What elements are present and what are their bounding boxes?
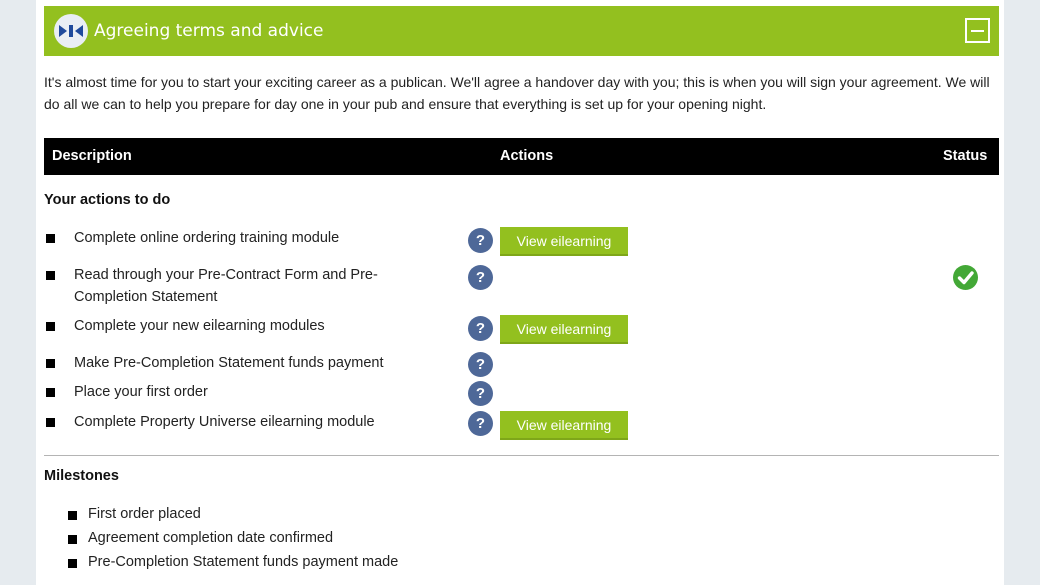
bullet-marker: [46, 388, 55, 397]
panel-title: Agreeing terms and advice: [94, 21, 324, 41]
milestone-item: Pre-Completion Statement funds payment m…: [36, 552, 1004, 574]
action-text: Make Pre-Completion Statement funds paym…: [74, 355, 384, 371]
content-page: Agreeing terms and advice It's almost ti…: [36, 0, 1004, 585]
action-text: Complete online ordering training module: [74, 230, 340, 246]
column-header-actions: Actions: [500, 148, 554, 164]
view-elearning-button[interactable]: View eilearning: [500, 315, 628, 344]
column-header-description: Description: [52, 148, 132, 164]
milestones-title: Milestones: [44, 468, 119, 484]
check-circle-icon: [953, 265, 978, 290]
milestone-text: Pre-Completion Statement funds payment m…: [88, 554, 399, 570]
column-header-status: Status: [943, 148, 988, 164]
question-circle-icon[interactable]: ?: [468, 316, 493, 341]
section-divider: [44, 455, 999, 456]
question-circle-icon[interactable]: ?: [468, 381, 493, 406]
view-elearning-button[interactable]: View eilearning: [500, 411, 628, 440]
bullet-marker: [46, 322, 55, 331]
intro-text: It's almost time for you to start your e…: [44, 74, 990, 112]
question-circle-icon[interactable]: ?: [468, 228, 493, 253]
actions-section-title: Your actions to do: [44, 192, 171, 208]
action-text: Complete Property Universe eilearning mo…: [74, 414, 375, 430]
milestone-item: First order placed: [36, 504, 1004, 526]
table-header: Description Actions Status: [44, 138, 999, 175]
bullet-marker: [46, 234, 55, 243]
question-circle-icon[interactable]: ?: [468, 411, 493, 436]
bullet-marker: [68, 535, 77, 544]
view-elearning-button[interactable]: View eilearning: [500, 227, 628, 256]
question-circle-icon[interactable]: ?: [468, 352, 493, 377]
bullet-marker: [46, 418, 55, 427]
bullet-marker: [68, 559, 77, 568]
bullet-marker: [68, 511, 77, 520]
question-circle-icon[interactable]: ?: [468, 265, 493, 290]
milestone-item: Agreement completion date confirmed: [36, 528, 1004, 550]
action-text: Complete your new eilearning modules: [74, 318, 325, 334]
bullet-marker: [46, 359, 55, 368]
milestone-text: Agreement completion date confirmed: [88, 530, 334, 546]
collapse-button[interactable]: [965, 18, 990, 43]
milestone-text: First order placed: [88, 506, 201, 522]
panel-header[interactable]: Agreeing terms and advice: [44, 6, 999, 56]
action-text: Place your first order: [74, 384, 208, 400]
company-logo-icon: [54, 14, 88, 48]
bullet-marker: [46, 271, 55, 280]
action-text: Read through your Pre-Contract Form and …: [74, 267, 378, 305]
